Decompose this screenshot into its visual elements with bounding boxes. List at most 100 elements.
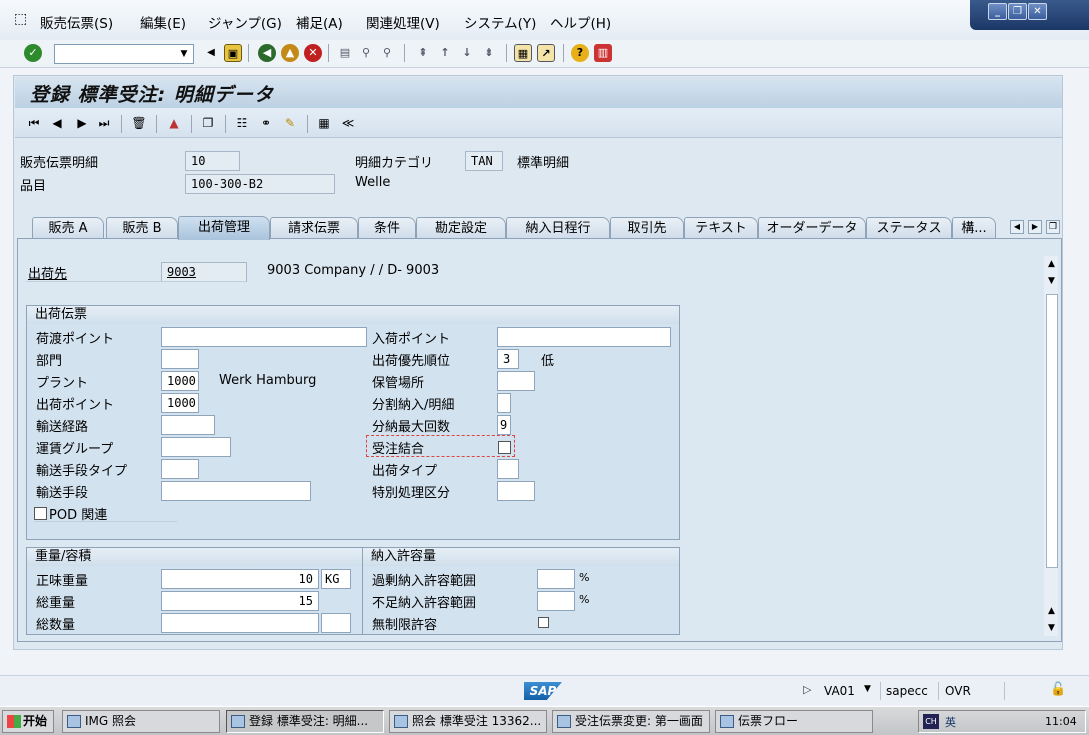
transport-field[interactable] <box>161 481 311 501</box>
prev-item-icon[interactable]: ◀ <box>49 115 65 131</box>
tab-account-assignment[interactable]: 勘定設定 <box>416 217 506 239</box>
task-change-order[interactable]: 受注伝票変更: 第一画面 <box>552 710 710 733</box>
transport-type-field[interactable] <box>161 459 199 479</box>
freight-group-field[interactable] <box>161 437 231 457</box>
tab-status[interactable]: ステータス <box>866 217 952 239</box>
last-page-icon[interactable]: ⇟ <box>480 44 498 62</box>
volume-unit-field[interactable] <box>321 613 351 633</box>
menu-help[interactable]: ヘルプ(H) <box>550 12 611 32</box>
find-icon[interactable]: ⚲ <box>357 44 375 62</box>
order-combination-checkbox[interactable] <box>498 441 511 454</box>
shipping-point-field[interactable]: 1000 <box>161 393 199 413</box>
chevron-down-icon[interactable]: ▼ <box>864 684 871 694</box>
scroll-up-icon[interactable]: ▲ <box>1045 258 1058 271</box>
menu-goto[interactable]: ジャンプ(G) <box>208 12 282 32</box>
tab-shipping[interactable]: 出荷管理 <box>178 216 270 240</box>
structure-icon[interactable]: ☷ <box>234 115 250 131</box>
tab-order-data[interactable]: オーダーデータ <box>758 217 866 239</box>
next-page-icon[interactable]: ↓ <box>458 44 476 62</box>
menu-system[interactable]: システム(Y) <box>464 12 536 32</box>
edit-icon[interactable]: ✎ <box>282 115 298 131</box>
tray-icon[interactable]: 英 <box>945 714 956 730</box>
pod-checkbox[interactable] <box>34 507 47 520</box>
task-img[interactable]: IMG 照会 <box>62 710 220 733</box>
plant-field[interactable]: 1000 <box>161 371 199 391</box>
help-icon[interactable]: ? <box>571 44 589 62</box>
scroll-up-icon[interactable]: ▲ <box>1045 605 1058 618</box>
tray-icon[interactable]: CH <box>923 714 939 729</box>
first-page-icon[interactable]: ⇞ <box>414 44 432 62</box>
under-tolerance-field[interactable] <box>537 591 575 611</box>
layout-icon[interactable]: ▥ <box>594 44 612 62</box>
volume-field[interactable] <box>161 613 319 633</box>
tab-structure[interactable]: 構... <box>952 217 996 239</box>
prev-page-icon[interactable]: ↑ <box>436 44 454 62</box>
task-create-order[interactable]: 登録 標準受注: 明細... <box>226 710 384 733</box>
last-item-icon[interactable]: ⏭ <box>96 115 112 131</box>
unlimited-checkbox[interactable] <box>538 617 549 628</box>
storage-field[interactable] <box>497 371 535 391</box>
new-session-icon[interactable]: ▦ <box>514 44 532 62</box>
tab-schedule-lines[interactable]: 納入日程行 <box>506 217 610 239</box>
command-field[interactable] <box>54 44 194 64</box>
scroll-down-icon[interactable]: ▼ <box>1045 275 1058 288</box>
tab-texts[interactable]: テキスト <box>684 217 758 239</box>
shipto-label[interactable]: 出荷先 <box>28 263 67 282</box>
first-item-icon[interactable]: ⏮ <box>26 115 42 131</box>
menu-edit[interactable]: 編集(E) <box>140 12 186 32</box>
find-next-icon[interactable]: ⚲ <box>378 44 396 62</box>
check-icon[interactable]: ≪ <box>340 115 356 131</box>
tab-scroll-left-icon[interactable]: ◀ <box>1010 220 1024 234</box>
close-button[interactable]: ✕ <box>1028 3 1047 20</box>
max-deliveries-field[interactable]: 9 <box>497 415 511 435</box>
menu-extras[interactable]: 補足(A) <box>296 12 343 32</box>
receiving-point-field[interactable] <box>497 327 671 347</box>
save-icon[interactable]: ▣ <box>224 44 242 62</box>
special-field[interactable] <box>497 481 535 501</box>
task-document-flow[interactable]: 伝票フロー <box>715 710 873 733</box>
partial-field[interactable] <box>497 393 511 413</box>
copy-icon[interactable]: ❐ <box>200 115 216 131</box>
scroll-thumb[interactable] <box>1046 294 1058 568</box>
lock-icon[interactable]: 🔓 <box>1050 682 1066 697</box>
loading-point-field[interactable] <box>161 327 367 347</box>
shortcut-icon[interactable]: ↗ <box>537 44 555 62</box>
menu-sales-document[interactable]: 販売伝票(S) <box>40 12 113 32</box>
tab-conditions[interactable]: 条件 <box>358 217 416 239</box>
gross-weight-field[interactable]: 15 <box>161 591 319 611</box>
tab-partners[interactable]: 取引先 <box>610 217 684 239</box>
weight-unit-field[interactable]: KG <box>321 569 351 589</box>
tab-billing[interactable]: 請求伝票 <box>270 217 358 239</box>
tab-list-icon[interactable]: ❐ <box>1046 220 1060 234</box>
shipto-field[interactable]: 9003 <box>161 262 247 282</box>
delete-icon[interactable]: 🗑 <box>131 115 147 131</box>
shipping-type-field[interactable] <box>497 459 519 479</box>
back-icon[interactable]: ◀ <box>258 44 276 62</box>
restore-button[interactable]: ❐ <box>1008 3 1027 20</box>
net-weight-field[interactable]: 10 <box>161 569 319 589</box>
over-tolerance-field[interactable] <box>537 569 575 589</box>
tab-sales-b[interactable]: 販売 B <box>106 217 178 239</box>
menu-icon[interactable]: ⬚ <box>14 11 27 27</box>
header-icon[interactable]: ▲ <box>166 115 182 131</box>
print-icon[interactable]: ▤ <box>336 44 354 62</box>
calculator-icon[interactable]: ▦ <box>316 115 332 131</box>
minimize-button[interactable]: _ <box>988 3 1007 20</box>
route-field[interactable] <box>161 415 215 435</box>
start-button[interactable]: 开始 <box>2 710 54 733</box>
task-display-order[interactable]: 照会 標準受注 13362... <box>389 710 547 733</box>
menu-environment[interactable]: 関連処理(V) <box>366 12 440 32</box>
chevron-down-icon[interactable]: ▼ <box>176 45 192 63</box>
back-arrow-icon[interactable]: ◀ <box>202 44 220 62</box>
tab-sales-a[interactable]: 販売 A <box>32 217 104 239</box>
binoculars-icon[interactable]: ⚭ <box>258 115 274 131</box>
exit-icon[interactable]: ▲ <box>281 44 299 62</box>
next-item-icon[interactable]: ▶ <box>74 115 90 131</box>
priority-field[interactable]: 3 <box>497 349 519 369</box>
expand-icon[interactable]: ▷ <box>803 683 811 696</box>
cancel-icon[interactable]: ✕ <box>304 44 322 62</box>
scroll-down-icon[interactable]: ▼ <box>1045 622 1058 635</box>
tab-scroll-right-icon[interactable]: ▶ <box>1028 220 1042 234</box>
division-field[interactable] <box>161 349 199 369</box>
enter-icon[interactable]: ✓ <box>24 44 42 62</box>
